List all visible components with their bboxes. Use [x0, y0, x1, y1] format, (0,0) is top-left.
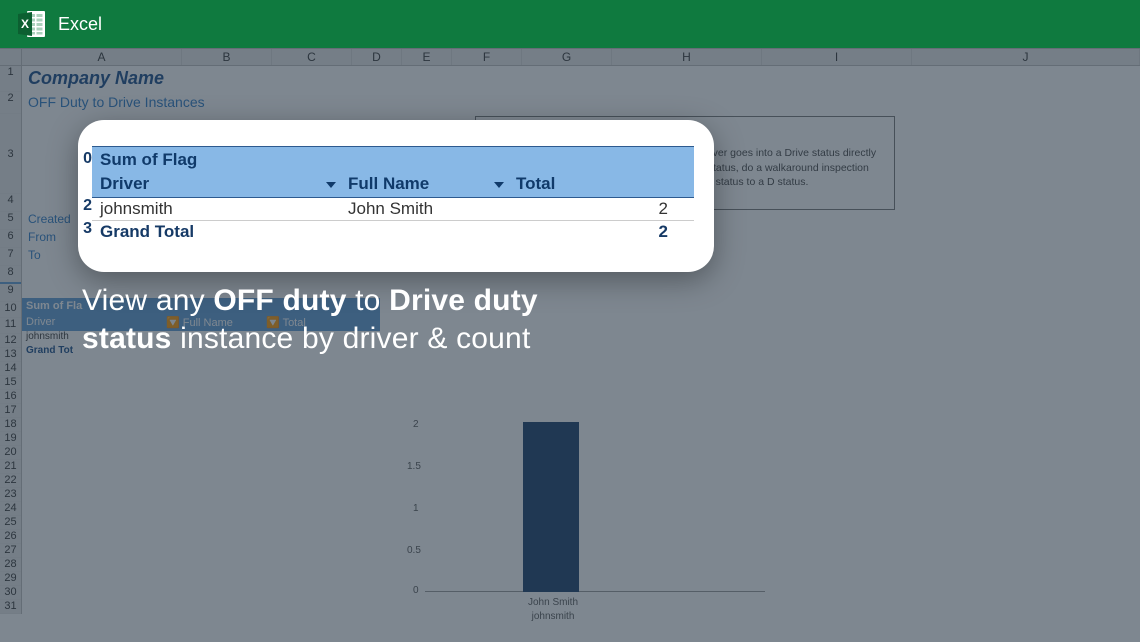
row-header-15[interactable]: 15	[0, 376, 21, 390]
row-header-11[interactable]: 11	[0, 318, 21, 334]
row-header-31[interactable]: 31	[0, 600, 21, 614]
select-all-corner[interactable]	[0, 49, 22, 65]
pivot-col-fullname-label: Full Name	[348, 174, 429, 193]
background-bar-chart[interactable]: 0 0.5 1 1.5 2 John Smith johnsmith	[395, 398, 775, 628]
row-header-30[interactable]: 30	[0, 586, 21, 600]
chart-ytick-4: 2	[413, 419, 419, 430]
row-header-24[interactable]: 24	[0, 502, 21, 516]
row-header-12[interactable]: 12	[0, 334, 21, 348]
col-header-C[interactable]: C	[272, 49, 352, 65]
col-header-F[interactable]: F	[452, 49, 522, 65]
row-header-14[interactable]: 14	[0, 362, 21, 376]
chart-ytick-3: 1.5	[407, 461, 421, 472]
callout-edge-2: 2	[78, 197, 92, 215]
col-header-I[interactable]: I	[762, 49, 912, 65]
callout-edge-3: 3	[78, 220, 92, 238]
pivot-grand-row: Grand Total 2	[92, 220, 694, 243]
chart-baseline	[425, 591, 765, 592]
row-header-19[interactable]: 19	[0, 432, 21, 446]
pivot-grand-label: Grand Total	[100, 222, 348, 242]
pivot-grand-spacer	[348, 222, 516, 242]
row-header-22[interactable]: 22	[0, 474, 21, 488]
pivot-data-row[interactable]: johnsmith John Smith 2	[92, 198, 694, 220]
pivot-cell-fullname: John Smith	[348, 199, 516, 219]
row-header-9[interactable]: 9	[0, 284, 21, 302]
row-header-3[interactable]: 3	[0, 114, 21, 194]
row-header-10[interactable]: 10	[0, 302, 21, 318]
row-header-26[interactable]: 26	[0, 530, 21, 544]
row-header-13[interactable]: 13	[0, 348, 21, 362]
col-header-G[interactable]: G	[522, 49, 612, 65]
row-header-17[interactable]: 17	[0, 404, 21, 418]
chart-xlabel-primary: John Smith	[523, 597, 583, 608]
row-header-25[interactable]: 25	[0, 516, 21, 530]
chart-bar-johnsmith	[523, 422, 579, 592]
filter-dropdown-icon[interactable]	[326, 182, 336, 188]
chart-xlabel-secondary: johnsmith	[523, 611, 583, 622]
row-header-7[interactable]: 7	[0, 248, 21, 266]
titlebar: X Excel	[0, 0, 1140, 48]
row-header-18[interactable]: 18	[0, 418, 21, 432]
col-header-B[interactable]: B	[182, 49, 272, 65]
row-header-23[interactable]: 23	[0, 488, 21, 502]
excel-app-icon: X	[16, 8, 48, 40]
company-name-cell[interactable]: Company Name	[22, 66, 1140, 92]
pivot-col-fullname[interactable]: Full Name	[348, 174, 516, 194]
row-header-29[interactable]: 29	[0, 572, 21, 586]
pivot-header-row: Driver Full Name Total	[92, 173, 694, 198]
callout-edge-0: 0	[78, 150, 92, 168]
filter-dropdown-icon[interactable]	[494, 182, 504, 188]
pivot-grand-total: 2	[516, 222, 686, 242]
row-header-28[interactable]: 28	[0, 558, 21, 572]
row-header-4[interactable]: 4	[0, 194, 21, 212]
pivot-cell-total: 2	[516, 199, 686, 219]
col-header-J[interactable]: J	[912, 49, 1140, 65]
app-name: Excel	[58, 14, 102, 35]
row-header-1[interactable]: 1	[0, 66, 21, 92]
row-headers[interactable]: 1 2 3 4 5 6 7 8 9 10 11 12 13 14 15 16 1…	[0, 66, 22, 614]
chart-ytick-0: 0	[413, 585, 419, 596]
pivot-title: Sum of Flag	[92, 146, 694, 173]
col-header-E[interactable]: E	[402, 49, 452, 65]
col-header-A[interactable]: A	[22, 49, 182, 65]
callout-caption: View any OFF duty to Drive dutystatus in…	[82, 282, 538, 357]
pivot-col-driver[interactable]: Driver	[100, 174, 348, 194]
chart-ytick-1: 0.5	[407, 545, 421, 556]
row-header-8[interactable]: 8	[0, 266, 21, 284]
row-header-5[interactable]: 5	[0, 212, 21, 230]
col-header-D[interactable]: D	[352, 49, 402, 65]
row-header-21[interactable]: 21	[0, 460, 21, 474]
pivot-col-driver-label: Driver	[100, 174, 149, 193]
row-header-2[interactable]: 2	[0, 92, 21, 114]
svg-text:X: X	[21, 17, 29, 31]
row-header-16[interactable]: 16	[0, 390, 21, 404]
row-header-20[interactable]: 20	[0, 446, 21, 460]
column-headers[interactable]: A B C D E F G H I J	[0, 48, 1140, 66]
report-subtitle-cell[interactable]: OFF Duty to Drive Instances	[22, 92, 1140, 114]
pivot-col-total: Total	[516, 174, 686, 194]
pivot-callout-card: 0 2 3 Sum of Flag Driver Full Name Total…	[78, 120, 714, 272]
pivot-cell-driver: johnsmith	[100, 199, 348, 219]
row-header-27[interactable]: 27	[0, 544, 21, 558]
chart-ytick-2: 1	[413, 503, 419, 514]
col-header-H[interactable]: H	[612, 49, 762, 65]
row-header-6[interactable]: 6	[0, 230, 21, 248]
